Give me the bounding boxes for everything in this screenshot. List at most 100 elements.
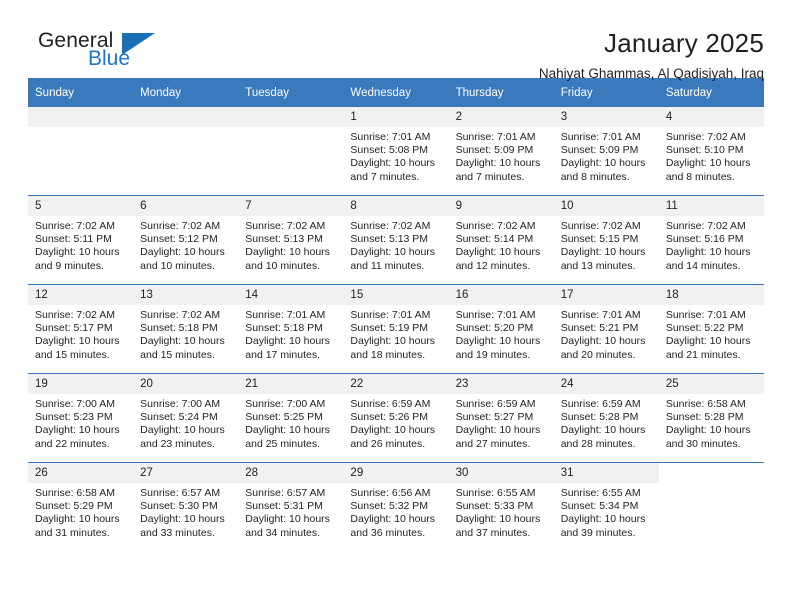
calendar-day-cell[interactable]: 29 Sunrise: 6:56 AM Sunset: 5:32 PM Dayligh… bbox=[343, 462, 449, 551]
sunrise-text: Sunrise: 7:01 AM bbox=[560, 131, 641, 143]
sunset-text: Sunset: 5:16 PM bbox=[665, 233, 744, 246]
sunrise-text: Sunrise: 6:57 AM bbox=[245, 487, 326, 499]
calendar-day-cell[interactable]: 25 Sunrise: 6:58 AM Sunset: 5:28 PM Dayligh… bbox=[658, 373, 764, 463]
calendar-day-cell[interactable]: 15 Sunrise: 7:01 AM Sunset: 5:19 PM Dayligh… bbox=[343, 284, 449, 374]
day-details: Sunrise: 6:59 AM Sunset: 5:26 PM Daylight:… bbox=[343, 394, 448, 451]
sunrise-text: Sunrise: 6:55 AM bbox=[560, 487, 641, 499]
day-number: 21 bbox=[238, 374, 344, 394]
day-details: Sunrise: 7:02 AM Sunset: 5:18 PM Daylight:… bbox=[133, 305, 238, 362]
sunrise-text: Sunrise: 7:01 AM bbox=[455, 309, 536, 321]
day-number: 9 bbox=[448, 196, 554, 216]
daylight-text: Daylight: 10 hours and 15 minutes. bbox=[140, 335, 225, 361]
calendar-day-cell[interactable]: 18 Sunrise: 7:01 AM Sunset: 5:22 PM Dayligh… bbox=[658, 284, 764, 374]
day-details: Sunrise: 6:59 AM Sunset: 5:27 PM Daylight:… bbox=[449, 394, 554, 451]
day-number bbox=[238, 107, 344, 127]
calendar-week-row: 5 Sunrise: 7:02 AM Sunset: 5:11 PM Daylight… bbox=[28, 195, 764, 285]
daylight-text: Daylight: 10 hours and 20 minutes. bbox=[560, 335, 646, 361]
calendar-day-cell[interactable]: 27 Sunrise: 6:57 AM Sunset: 5:30 PM Dayligh… bbox=[133, 462, 239, 551]
calendar-day-cell[interactable]: 9 Sunrise: 7:02 AM Sunset: 5:14 PM Daylight… bbox=[448, 195, 554, 285]
calendar-day-cell[interactable]: 31 Sunrise: 6:55 AM Sunset: 5:34 PM Dayligh… bbox=[553, 462, 659, 551]
daylight-text: Daylight: 10 hours and 19 minutes. bbox=[455, 335, 541, 361]
sunset-text: Sunset: 5:09 PM bbox=[560, 144, 639, 157]
sunrise-text: Sunrise: 6:59 AM bbox=[350, 398, 431, 410]
general-blue-logo[interactable]: General Blue bbox=[28, 28, 160, 74]
sunset-text: Sunset: 5:15 PM bbox=[560, 233, 639, 246]
sunset-text: Sunset: 5:09 PM bbox=[455, 144, 534, 157]
day-details: Sunrise: 7:01 AM Sunset: 5:20 PM Daylight:… bbox=[449, 305, 554, 362]
sunrise-text: Sunrise: 7:02 AM bbox=[665, 131, 746, 143]
day-number: 4 bbox=[658, 107, 764, 127]
calendar-day-cell[interactable]: 11 Sunrise: 7:02 AM Sunset: 5:16 PM Dayligh… bbox=[658, 195, 764, 285]
calendar-day-cell[interactable]: 19 Sunrise: 7:00 AM Sunset: 5:23 PM Dayligh… bbox=[28, 373, 134, 463]
calendar-week-row: 1 Sunrise: 7:01 AM Sunset: 5:08 PM Daylight… bbox=[28, 107, 764, 196]
calendar-day-cell[interactable]: 22 Sunrise: 6:59 AM Sunset: 5:26 PM Dayligh… bbox=[343, 373, 449, 463]
daylight-text: Daylight: 10 hours and 10 minutes. bbox=[140, 246, 225, 272]
daylight-text: Daylight: 10 hours and 7 minutes. bbox=[350, 157, 436, 183]
daylight-text: Daylight: 10 hours and 9 minutes. bbox=[35, 246, 120, 272]
calendar-day-cell[interactable]: 1 Sunrise: 7:01 AM Sunset: 5:08 PM Daylight… bbox=[343, 107, 449, 196]
sunset-text: Sunset: 5:20 PM bbox=[455, 322, 534, 335]
logo-text-blue: Blue bbox=[88, 47, 131, 70]
sunrise-text: Sunrise: 7:01 AM bbox=[350, 131, 431, 143]
calendar-day-cell[interactable]: 14 Sunrise: 7:01 AM Sunset: 5:18 PM Dayligh… bbox=[238, 284, 344, 374]
day-number: 6 bbox=[133, 196, 239, 216]
sunset-text: Sunset: 5:27 PM bbox=[455, 411, 534, 424]
calendar-day-cell[interactable]: 16 Sunrise: 7:01 AM Sunset: 5:20 PM Dayligh… bbox=[448, 284, 554, 374]
daylight-text: Daylight: 10 hours and 34 minutes. bbox=[245, 513, 330, 539]
sunrise-text: Sunrise: 7:00 AM bbox=[35, 398, 115, 410]
day-number: 16 bbox=[448, 285, 554, 305]
page-header: General Blue January 2025 Nahiyat Ghamma… bbox=[28, 0, 764, 81]
calendar-day-cell-empty bbox=[238, 107, 344, 196]
day-number: 10 bbox=[553, 196, 659, 216]
calendar-day-cell[interactable]: 13 Sunrise: 7:02 AM Sunset: 5:18 PM Dayligh… bbox=[133, 284, 239, 374]
calendar-day-cell[interactable]: 12 Sunrise: 7:02 AM Sunset: 5:17 PM Dayligh… bbox=[28, 284, 134, 374]
day-number: 19 bbox=[28, 374, 134, 394]
day-details: Sunrise: 7:01 AM Sunset: 5:22 PM Daylight:… bbox=[659, 305, 764, 362]
day-number: 24 bbox=[553, 374, 659, 394]
daylight-text: Daylight: 10 hours and 27 minutes. bbox=[455, 424, 541, 450]
calendar-day-cell[interactable]: 21 Sunrise: 7:00 AM Sunset: 5:25 PM Dayligh… bbox=[238, 373, 344, 463]
calendar-day-cell[interactable]: 4 Sunrise: 7:02 AM Sunset: 5:10 PM Daylight… bbox=[658, 107, 764, 196]
title-block: January 2025 Nahiyat Ghammas, Al Qadisiy… bbox=[160, 28, 764, 84]
day-number: 29 bbox=[343, 463, 449, 483]
day-number: 20 bbox=[133, 374, 239, 394]
calendar-day-cell[interactable]: 7 Sunrise: 7:02 AM Sunset: 5:13 PM Daylight… bbox=[238, 195, 344, 285]
calendar-day-cell[interactable]: 23 Sunrise: 6:59 AM Sunset: 5:27 PM Dayligh… bbox=[448, 373, 554, 463]
sunrise-text: Sunrise: 6:56 AM bbox=[350, 487, 431, 499]
daylight-text: Daylight: 10 hours and 17 minutes. bbox=[245, 335, 330, 361]
calendar-day-cell[interactable]: 3 Sunrise: 7:01 AM Sunset: 5:09 PM Daylight… bbox=[553, 107, 659, 196]
sunset-text: Sunset: 5:11 PM bbox=[35, 233, 112, 246]
daylight-text: Daylight: 10 hours and 10 minutes. bbox=[245, 246, 330, 272]
sunrise-text: Sunrise: 6:57 AM bbox=[140, 487, 221, 499]
calendar-day-cell[interactable]: 5 Sunrise: 7:02 AM Sunset: 5:11 PM Daylight… bbox=[28, 195, 134, 285]
calendar-day-cell[interactable]: 24 Sunrise: 6:59 AM Sunset: 5:28 PM Dayligh… bbox=[553, 373, 659, 463]
day-number: 27 bbox=[133, 463, 239, 483]
sunset-text: Sunset: 5:23 PM bbox=[35, 411, 113, 424]
calendar-day-cell[interactable]: 8 Sunrise: 7:02 AM Sunset: 5:13 PM Daylight… bbox=[343, 195, 449, 285]
calendar-day-cell[interactable]: 30 Sunrise: 6:55 AM Sunset: 5:33 PM Dayligh… bbox=[448, 462, 554, 551]
day-number: 11 bbox=[658, 196, 764, 216]
daylight-text: Daylight: 10 hours and 28 minutes. bbox=[560, 424, 646, 450]
calendar-day-cell[interactable]: 28 Sunrise: 6:57 AM Sunset: 5:31 PM Dayligh… bbox=[238, 462, 344, 551]
calendar-day-cell[interactable]: 6 Sunrise: 7:02 AM Sunset: 5:12 PM Daylight… bbox=[133, 195, 239, 285]
daylight-text: Daylight: 10 hours and 30 minutes. bbox=[665, 424, 751, 450]
sunset-text: Sunset: 5:34 PM bbox=[560, 500, 639, 513]
sunrise-text: Sunrise: 7:02 AM bbox=[665, 220, 746, 232]
calendar-day-cell[interactable]: 26 Sunrise: 6:58 AM Sunset: 5:29 PM Dayligh… bbox=[28, 462, 134, 551]
sunset-text: Sunset: 5:12 PM bbox=[140, 233, 218, 246]
daylight-text: Daylight: 10 hours and 22 minutes. bbox=[35, 424, 120, 450]
calendar-day-cell[interactable]: 20 Sunrise: 7:00 AM Sunset: 5:24 PM Dayligh… bbox=[133, 373, 239, 463]
calendar-day-cell[interactable]: 17 Sunrise: 7:01 AM Sunset: 5:21 PM Dayligh… bbox=[553, 284, 659, 374]
day-details: Sunrise: 6:57 AM Sunset: 5:31 PM Daylight:… bbox=[238, 483, 343, 540]
daylight-text: Daylight: 10 hours and 36 minutes. bbox=[350, 513, 436, 539]
sunset-text: Sunset: 5:19 PM bbox=[350, 322, 429, 335]
sunset-text: Sunset: 5:10 PM bbox=[665, 144, 744, 157]
day-number: 30 bbox=[448, 463, 554, 483]
calendar-day-cell[interactable]: 10 Sunrise: 7:02 AM Sunset: 5:15 PM Dayligh… bbox=[553, 195, 659, 285]
day-details: Sunrise: 6:58 AM Sunset: 5:28 PM Daylight:… bbox=[659, 394, 764, 451]
day-details: Sunrise: 7:01 AM Sunset: 5:08 PM Daylight:… bbox=[343, 127, 448, 184]
calendar-day-cell[interactable]: 2 Sunrise: 7:01 AM Sunset: 5:09 PM Daylight… bbox=[448, 107, 554, 196]
day-details: Sunrise: 7:02 AM Sunset: 5:13 PM Daylight:… bbox=[343, 216, 448, 273]
day-number: 17 bbox=[553, 285, 659, 305]
day-details: Sunrise: 7:02 AM Sunset: 5:11 PM Daylight:… bbox=[28, 216, 133, 273]
